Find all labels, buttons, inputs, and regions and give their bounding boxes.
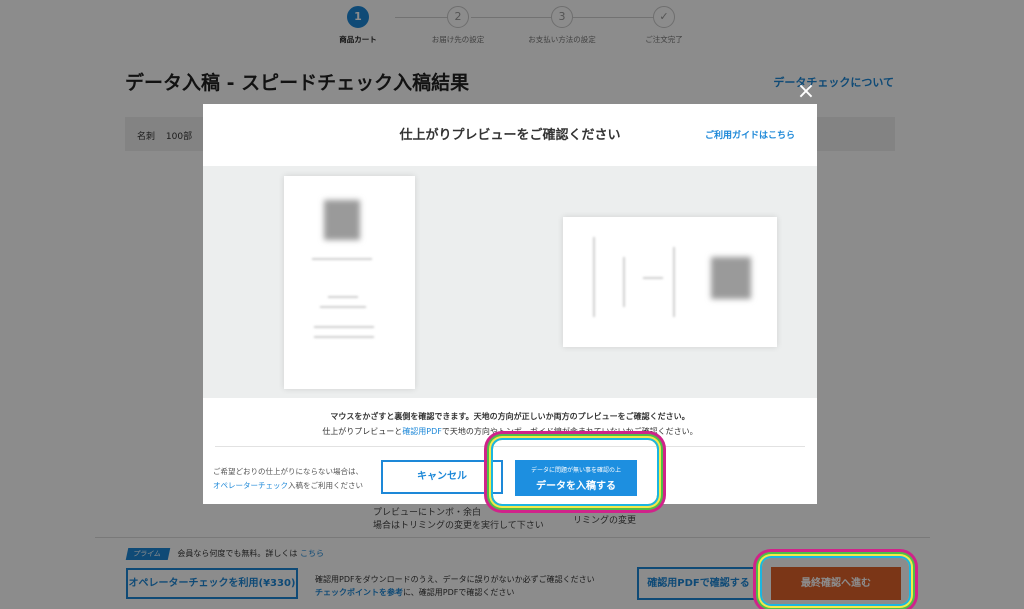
close-icon[interactable]: × bbox=[796, 81, 816, 103]
text-line bbox=[320, 306, 366, 308]
text-line bbox=[593, 237, 595, 317]
note-text: 仕上がりプレビューと bbox=[322, 427, 403, 436]
text-line bbox=[673, 247, 675, 317]
note-line: 仕上がりプレビューと確認用PDFで天地の方向やトンボ、ガイド線が含まれていないか… bbox=[203, 424, 817, 439]
confirm-pdf-link[interactable]: 確認用PDF bbox=[402, 427, 442, 436]
hint-line: ご希望どおりの仕上がりにならない場合は、 bbox=[213, 467, 363, 476]
hint-text: 入稿をご利用ください bbox=[288, 481, 363, 490]
note-text: で天地の方向やトンボ、ガイド線が含まれていないかご確認ください。 bbox=[441, 427, 698, 436]
preview-note: マウスをかざすと裏側を確認できます。天地の方向が正しいか両方のプレビューをご確認… bbox=[203, 409, 817, 439]
text-line bbox=[314, 336, 374, 338]
operator-check-link[interactable]: オペレーターチェック bbox=[213, 481, 288, 490]
text-line bbox=[312, 258, 372, 260]
text-line bbox=[623, 257, 625, 307]
operator-hint: ご希望どおりの仕上がりにならない場合は、 オペレーターチェック入稿をご利用くださ… bbox=[213, 465, 363, 493]
text-line bbox=[314, 326, 374, 328]
text-line bbox=[328, 296, 358, 298]
text-line bbox=[643, 277, 663, 279]
highlight-frame-final bbox=[762, 558, 909, 604]
usage-guide-link[interactable]: ご利用ガイドはこちら bbox=[705, 128, 795, 141]
highlight-frame-submit bbox=[493, 440, 657, 504]
front-preview[interactable] bbox=[284, 176, 415, 389]
qr-code-image bbox=[711, 257, 751, 299]
back-preview[interactable] bbox=[563, 217, 777, 347]
note-line: マウスをかざすと裏側を確認できます。天地の方向が正しいか両方のプレビューをご確認… bbox=[330, 412, 690, 421]
cancel-button[interactable]: キャンセル bbox=[381, 460, 503, 494]
hint-line: オペレーターチェック入稿をご利用ください bbox=[213, 479, 363, 493]
qr-code-image bbox=[324, 200, 360, 240]
preview-area bbox=[203, 166, 817, 398]
